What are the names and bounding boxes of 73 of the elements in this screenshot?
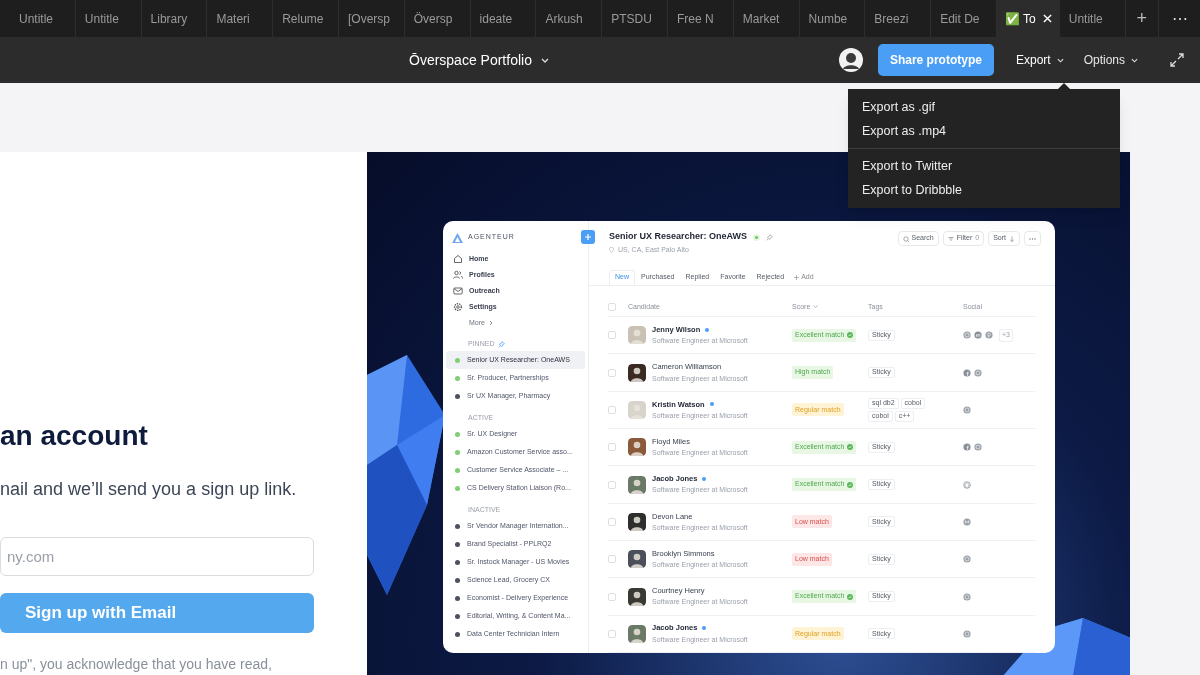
avatar [628,363,646,382]
linkedin-icon[interactable] [974,331,982,340]
menu-item[interactable]: Export to Dribbble [848,178,1120,202]
checkbox[interactable] [608,517,616,526]
email-field[interactable]: ny.com [0,537,314,577]
plus-icon [794,274,800,280]
facebook-icon[interactable] [963,368,971,377]
signup-heading: an account [0,422,149,450]
ball-icon[interactable] [963,331,971,340]
avatar [628,475,646,494]
checkbox[interactable] [608,405,616,414]
filter-icon [947,235,954,242]
avatar [628,326,646,345]
expand-icon[interactable] [1170,53,1184,67]
arrow-down-icon [1009,235,1015,242]
menu-item[interactable]: Export as .gif [848,95,1120,119]
more-icon [1029,237,1036,240]
home-icon [453,254,463,264]
avatar [628,438,646,457]
close-icon[interactable] [1042,14,1052,23]
checkbox[interactable] [608,592,616,601]
ball-icon[interactable] [963,592,971,601]
people-icon [453,270,463,280]
search-icon [902,235,909,242]
github-icon[interactable] [963,480,971,489]
avatar [628,512,646,531]
avatar [628,587,646,606]
avatar [628,400,646,419]
caret-icon [1056,57,1064,63]
medium-icon[interactable] [963,517,971,526]
check-circle-icon [847,593,854,600]
checkbox[interactable] [608,629,616,638]
menu-button[interactable]: Options [1083,51,1138,69]
checkbox[interactable] [608,555,616,564]
caret-icon [540,57,549,63]
check-circle-icon [847,444,854,451]
menu-item[interactable]: Export as .mp4 [848,119,1120,143]
caret-icon [813,305,819,309]
ball-icon[interactable] [974,368,982,377]
file-title[interactable]: Ōverspace Portfolio [409,49,549,71]
ball-icon[interactable] [963,405,971,414]
avatar [628,624,646,643]
logo-icon [452,232,463,243]
browser-tab[interactable]: ✅ To [996,0,1060,37]
signup-subtitle: nail and we’ll send you a sign up link. [0,478,298,501]
chevron-icon [488,320,493,326]
ball-icon[interactable] [963,555,971,564]
check-circle-icon [847,332,854,339]
menu-item[interactable]: Export to Twitter [848,154,1120,178]
checkbox[interactable] [608,302,616,311]
legal-text: n up", you acknowledge that you have read, [0,655,273,674]
pin-circle-icon[interactable] [985,331,993,340]
job-title: Senior UX Researcher: OneAWS [609,230,748,244]
avatar-icon[interactable] [838,48,863,72]
ball-icon[interactable] [963,629,971,638]
mail-icon [453,286,463,296]
checkbox[interactable] [608,331,616,340]
ball-icon[interactable] [974,443,982,452]
more-button[interactable] [1024,231,1041,246]
facebook-icon[interactable] [963,443,971,452]
caret-icon [1131,57,1138,63]
checkbox[interactable] [608,443,616,452]
add-button[interactable] [581,230,595,244]
avatar [628,550,646,569]
check-circle-icon [847,481,854,488]
location-icon [609,247,614,254]
status-icon [753,233,761,241]
menu-button[interactable]: Export [1015,51,1064,69]
settings-icon [453,302,463,312]
pin-icon [766,233,774,241]
checkbox[interactable] [608,368,616,377]
checkbox[interactable] [608,480,616,489]
new-tab-button[interactable]: + [1125,0,1158,37]
